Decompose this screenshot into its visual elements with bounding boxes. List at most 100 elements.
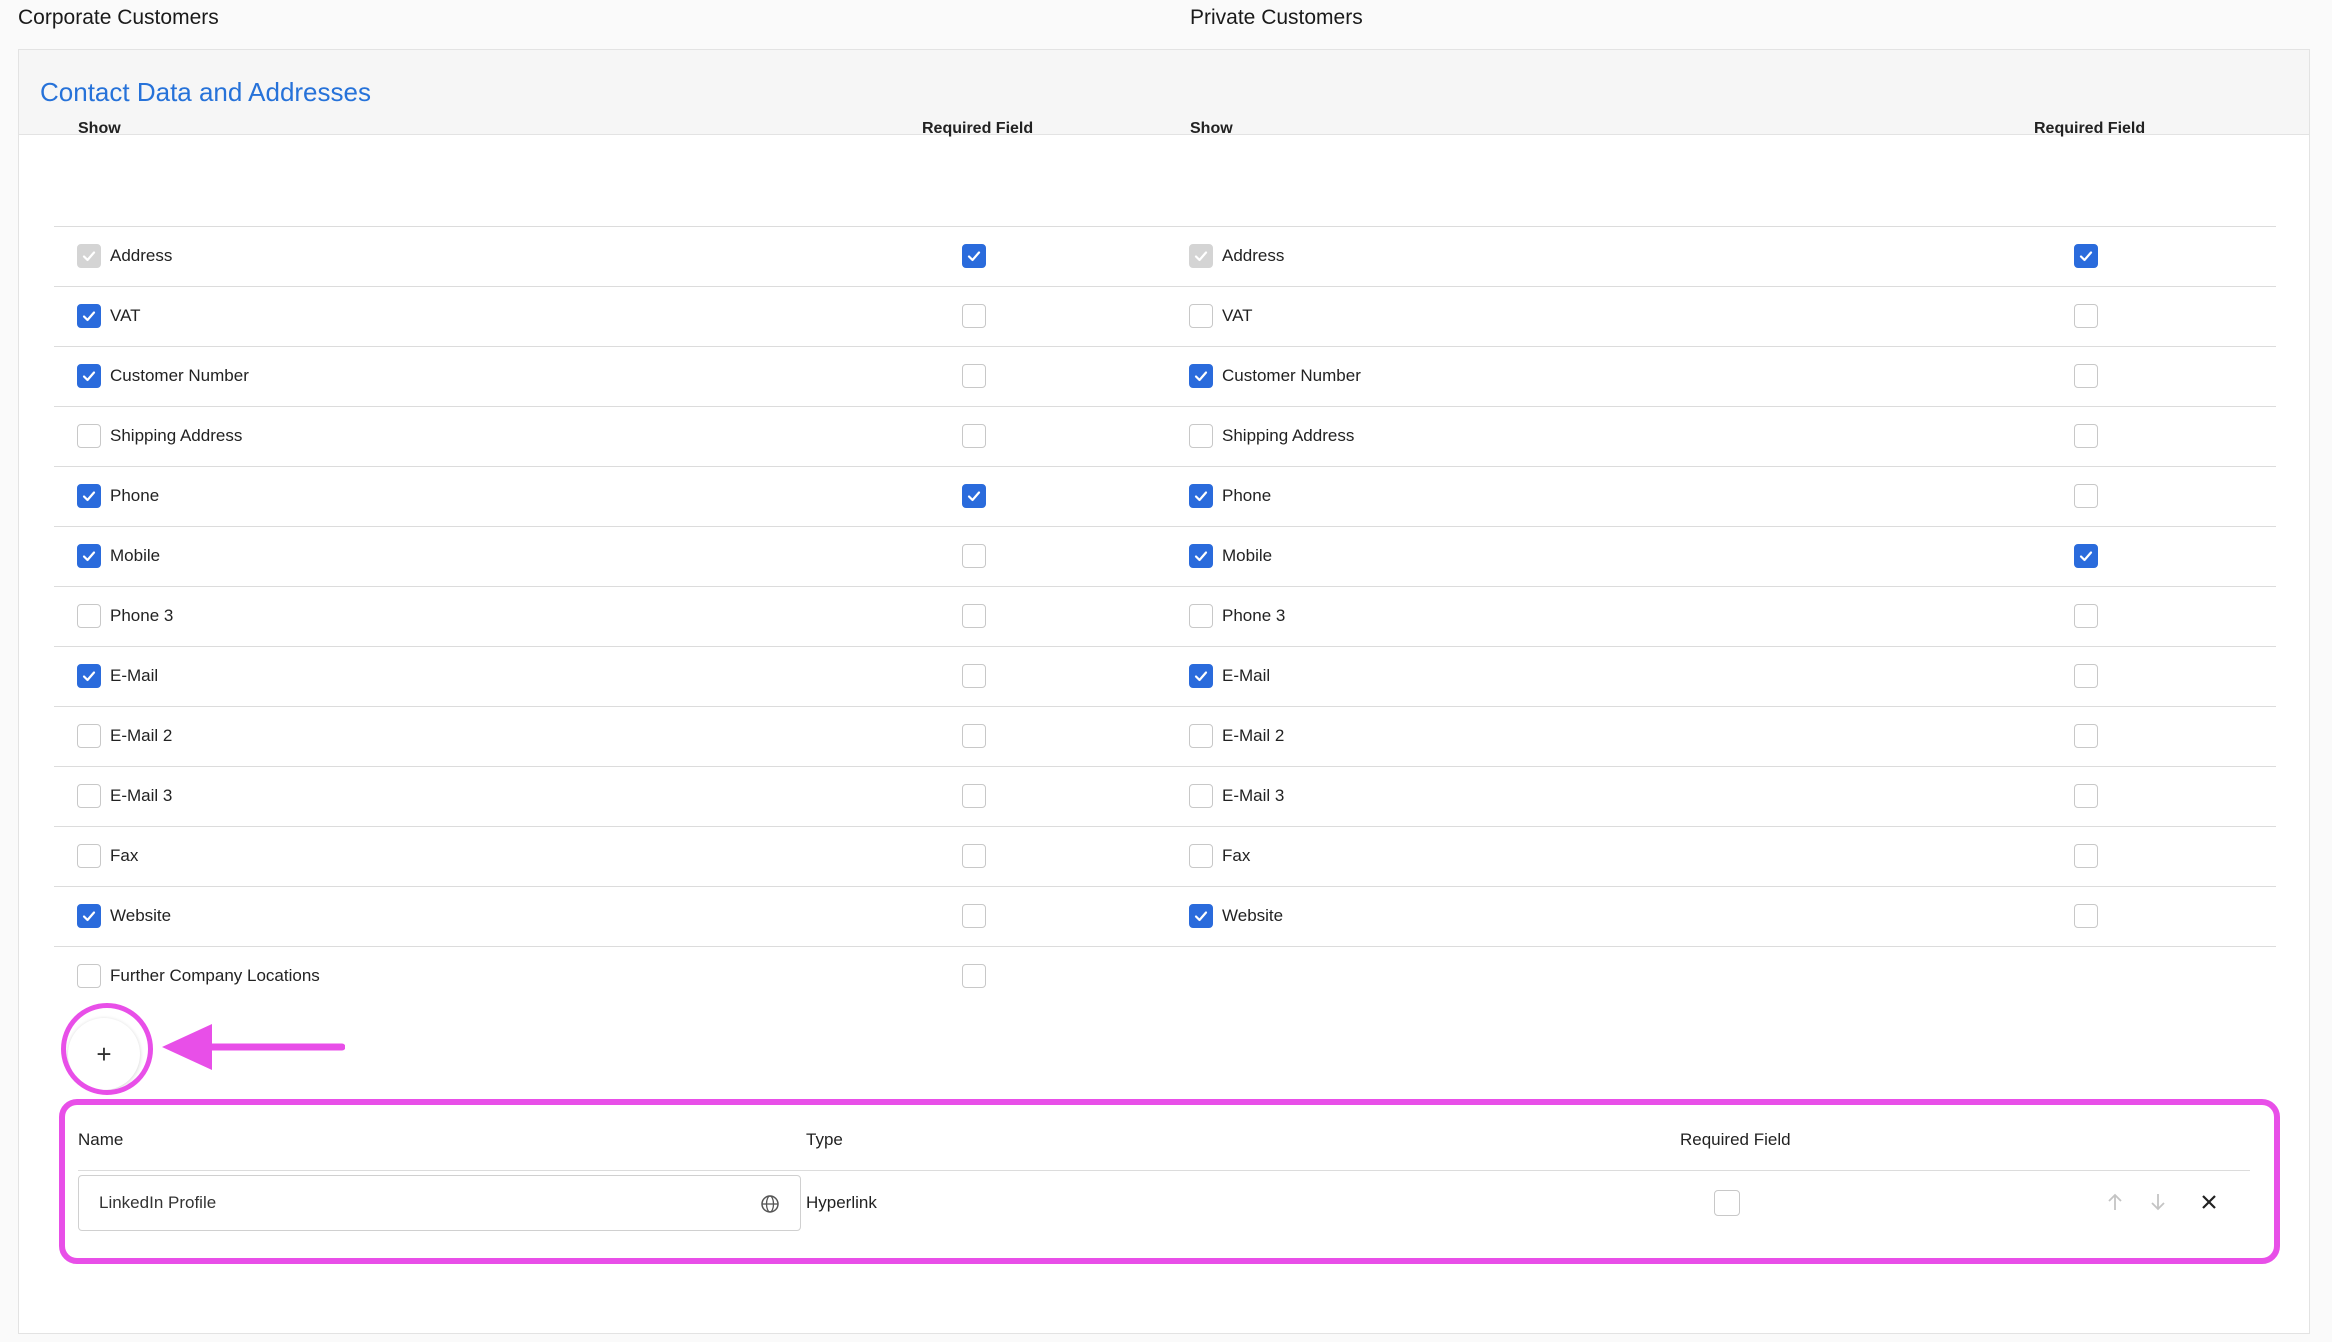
corporate-show-checkbox-customer-number[interactable] <box>77 364 101 388</box>
private-show-header: Show <box>1190 120 1233 137</box>
corporate-show-checkbox-phone[interactable] <box>77 484 101 508</box>
corporate-show-checkbox-further-company-locations[interactable] <box>77 964 101 988</box>
private-required-checkbox-mobile[interactable] <box>2074 544 2098 568</box>
corporate-required-checkbox-phone[interactable] <box>962 484 986 508</box>
corporate-show-checkbox-e-mail[interactable] <box>77 664 101 688</box>
corporate-show-checkbox-e-mail-3[interactable] <box>77 784 101 808</box>
private-show-checkbox-shipping-address[interactable] <box>1189 424 1213 448</box>
row-divider <box>54 826 2276 827</box>
row-divider <box>54 526 2276 527</box>
corporate-field-label: E-Mail 2 <box>110 726 173 745</box>
private-show-checkbox-mobile[interactable] <box>1189 544 1213 568</box>
corporate-show-checkbox-website[interactable] <box>77 904 101 928</box>
section-title[interactable]: Contact Data and Addresses <box>40 77 371 108</box>
private-show-checkbox-address <box>1189 244 1213 268</box>
private-show-checkbox-phone-3[interactable] <box>1189 604 1213 628</box>
arrow-up-icon[interactable] <box>2103 1190 2127 1214</box>
close-icon[interactable] <box>2197 1190 2221 1214</box>
corporate-show-checkbox-mobile[interactable] <box>77 544 101 568</box>
corporate-field-label: Shipping Address <box>110 426 243 445</box>
private-field-label: Address <box>1222 246 1285 265</box>
corporate-show-checkbox-address <box>77 244 101 268</box>
arrow-down-icon[interactable] <box>2146 1190 2170 1214</box>
custom-field-name-input-wrapper <box>78 1175 801 1231</box>
private-customers-heading: Private Customers <box>1190 6 1363 29</box>
private-show-checkbox-phone[interactable] <box>1189 484 1213 508</box>
row-divider <box>54 226 2276 227</box>
row-divider <box>54 646 2276 647</box>
private-show-checkbox-e-mail-3[interactable] <box>1189 784 1213 808</box>
row-divider <box>54 286 2276 287</box>
corporate-show-checkbox-phone-3[interactable] <box>77 604 101 628</box>
corporate-show-header: Show <box>78 120 121 137</box>
corporate-field-label: E-Mail <box>110 666 159 685</box>
private-show-checkbox-vat[interactable] <box>1189 304 1213 328</box>
row-divider <box>54 766 2276 767</box>
corporate-field-label: E-Mail 3 <box>110 786 173 805</box>
corporate-field-label: Further Company Locations <box>110 966 320 985</box>
highlight-circle <box>61 1003 153 1095</box>
private-required-checkbox-address[interactable] <box>2074 244 2098 268</box>
custom-field-type-header: Type <box>806 1130 843 1149</box>
corporate-required-checkbox-e-mail[interactable] <box>962 664 986 688</box>
private-required-header: Required Field <box>2034 120 2146 137</box>
private-field-label: Shipping Address <box>1222 426 1355 445</box>
corporate-required-checkbox-e-mail-3[interactable] <box>962 784 986 808</box>
private-field-label: E-Mail 2 <box>1222 726 1285 745</box>
private-field-label: Phone 3 <box>1222 606 1286 625</box>
private-field-label: Website <box>1222 906 1284 925</box>
custom-field-type: Hyperlink <box>806 1193 877 1212</box>
private-show-checkbox-e-mail-2[interactable] <box>1189 724 1213 748</box>
corporate-required-checkbox-phone-3[interactable] <box>962 604 986 628</box>
row-divider <box>54 406 2276 407</box>
corporate-required-checkbox-customer-number[interactable] <box>962 364 986 388</box>
private-required-checkbox-shipping-address[interactable] <box>2074 424 2098 448</box>
annotation-arrow <box>162 1024 345 1070</box>
private-required-checkbox-customer-number[interactable] <box>2074 364 2098 388</box>
private-field-label: Phone <box>1222 486 1272 505</box>
corporate-field-label: VAT <box>110 306 141 325</box>
private-show-checkbox-e-mail[interactable] <box>1189 664 1213 688</box>
private-field-label: E-Mail 3 <box>1222 786 1285 805</box>
custom-field-name-input[interactable] <box>99 1176 759 1230</box>
custom-field-required-checkbox[interactable] <box>1714 1190 1740 1216</box>
private-show-checkbox-fax[interactable] <box>1189 844 1213 868</box>
private-required-checkbox-vat[interactable] <box>2074 304 2098 328</box>
corporate-required-checkbox-address[interactable] <box>962 244 986 268</box>
row-divider <box>54 946 2276 947</box>
custom-field-required-header: Required Field <box>1680 1130 1791 1149</box>
private-required-checkbox-website[interactable] <box>2074 904 2098 928</box>
private-show-checkbox-customer-number[interactable] <box>1189 364 1213 388</box>
globe-icon[interactable] <box>760 1194 780 1214</box>
private-required-checkbox-e-mail[interactable] <box>2074 664 2098 688</box>
private-required-checkbox-e-mail-2[interactable] <box>2074 724 2098 748</box>
corporate-required-checkbox-fax[interactable] <box>962 844 986 868</box>
private-required-checkbox-e-mail-3[interactable] <box>2074 784 2098 808</box>
private-show-checkbox-website[interactable] <box>1189 904 1213 928</box>
corporate-required-checkbox-website[interactable] <box>962 904 986 928</box>
private-field-label: Mobile <box>1222 546 1273 565</box>
corporate-required-checkbox-shipping-address[interactable] <box>962 424 986 448</box>
private-field-label: Fax <box>1222 846 1251 865</box>
private-required-checkbox-fax[interactable] <box>2074 844 2098 868</box>
row-divider <box>54 886 2276 887</box>
row-divider <box>54 706 2276 707</box>
private-required-checkbox-phone-3[interactable] <box>2074 604 2098 628</box>
corporate-show-checkbox-shipping-address[interactable] <box>77 424 101 448</box>
private-required-checkbox-phone[interactable] <box>2074 484 2098 508</box>
corporate-field-label: Phone 3 <box>110 606 174 625</box>
corporate-field-label: Website <box>110 906 172 925</box>
corporate-field-label: Customer Number <box>110 366 249 385</box>
corporate-show-checkbox-fax[interactable] <box>77 844 101 868</box>
panel-header[interactable]: Contact Data and Addresses <box>19 50 2309 135</box>
corporate-required-checkbox-vat[interactable] <box>962 304 986 328</box>
corporate-required-checkbox-further-company-locations[interactable] <box>962 964 986 988</box>
corporate-required-header: Required Field <box>922 120 1034 137</box>
private-field-label: E-Mail <box>1222 666 1271 685</box>
corporate-show-checkbox-e-mail-2[interactable] <box>77 724 101 748</box>
corporate-required-checkbox-e-mail-2[interactable] <box>962 724 986 748</box>
corporate-field-label: Address <box>110 246 173 265</box>
corporate-required-checkbox-mobile[interactable] <box>962 544 986 568</box>
corporate-show-checkbox-vat[interactable] <box>77 304 101 328</box>
custom-field-divider <box>78 1170 2250 1171</box>
